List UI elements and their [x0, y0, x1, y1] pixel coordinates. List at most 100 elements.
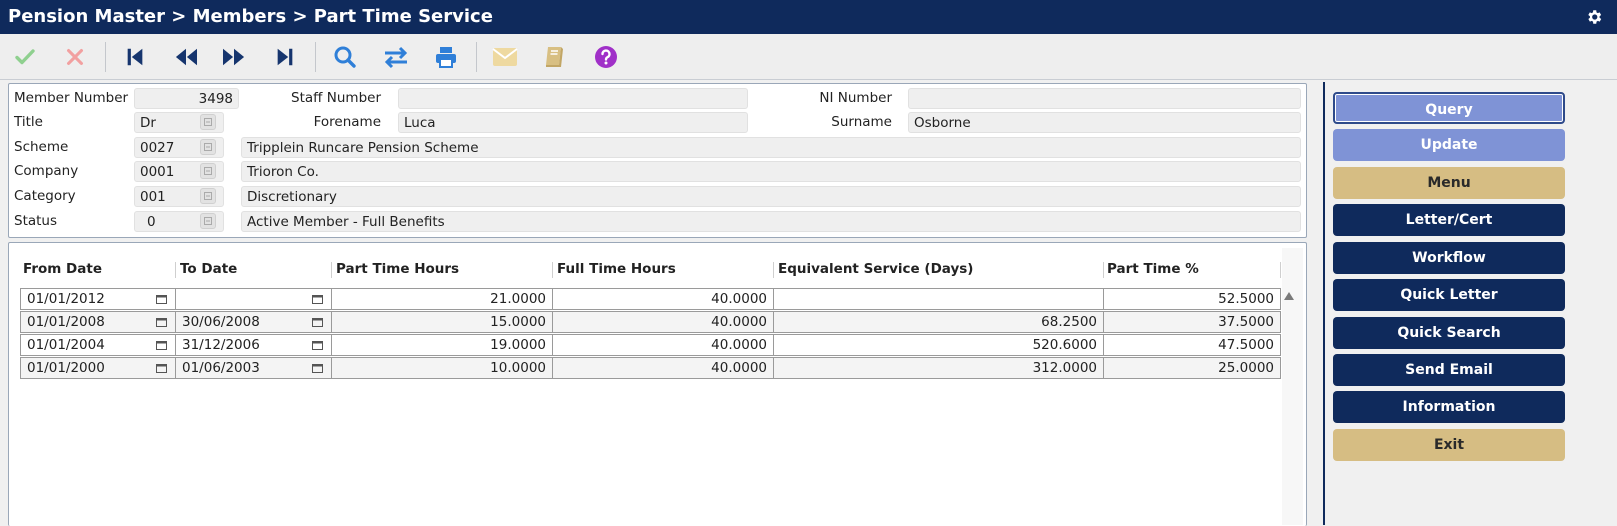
column-separator	[773, 262, 774, 278]
calendar-icon[interactable]	[312, 294, 323, 304]
surname-label: Surname	[831, 114, 892, 130]
query-button[interactable]: Query	[1333, 92, 1565, 124]
help-icon[interactable]	[591, 42, 621, 72]
from-date-cell[interactable]: 01/01/2000	[20, 357, 176, 379]
from-date-value: 01/01/2004	[27, 337, 105, 353]
send-email-button[interactable]: Send Email	[1333, 354, 1565, 386]
surname-field[interactable]: Osborne	[908, 112, 1301, 133]
panel-divider	[1323, 82, 1325, 525]
mail-icon[interactable]	[490, 42, 520, 72]
part-time-percent-cell[interactable]: 37.5000	[1103, 311, 1281, 333]
information-button[interactable]: Information	[1333, 391, 1565, 423]
equivalent-service-cell[interactable]: 68.2500	[773, 311, 1104, 333]
column-separator	[331, 262, 332, 278]
quick-search-button[interactable]: Quick Search	[1333, 317, 1565, 349]
full-time-hours-cell[interactable]: 40.0000	[552, 357, 774, 379]
from-date-value: 01/01/2012	[27, 291, 105, 307]
full-time-hours-cell[interactable]: 40.0000	[552, 311, 774, 333]
lookup-icon[interactable]	[200, 188, 216, 204]
from-date-cell[interactable]: 01/01/2012	[20, 288, 176, 310]
column-header-part-time-percent[interactable]: Part Time %	[1107, 260, 1199, 278]
part-time-percent-cell[interactable]: 52.5000	[1103, 288, 1281, 310]
table-row[interactable]: 01/01/2000 01/06/2003 10.0000 40.0000 31…	[20, 357, 1281, 379]
part-time-hours-cell[interactable]: 19.0000	[331, 334, 553, 356]
column-separator	[552, 262, 553, 278]
last-record-icon[interactable]	[270, 42, 300, 72]
calendar-icon[interactable]	[312, 363, 323, 373]
category-label: Category	[14, 188, 76, 204]
to-date-value: 31/12/2006	[182, 337, 260, 353]
lookup-icon[interactable]	[200, 139, 216, 155]
workflow-button[interactable]: Workflow	[1333, 242, 1565, 274]
menu-button[interactable]: Menu	[1333, 167, 1565, 199]
column-header-full-time-hours[interactable]: Full Time Hours	[557, 260, 676, 278]
calendar-icon[interactable]	[156, 294, 167, 304]
part-time-hours-cell[interactable]: 21.0000	[331, 288, 553, 310]
first-record-icon[interactable]	[120, 42, 150, 72]
search-icon[interactable]	[330, 42, 360, 72]
title-label: Title	[14, 114, 43, 130]
staff-number-field[interactable]	[398, 88, 748, 109]
table-row[interactable]: 01/01/2008 30/06/2008 15.0000 40.0000 68…	[20, 311, 1281, 333]
column-separator	[175, 262, 176, 278]
category-name-field: Discretionary	[241, 186, 1301, 207]
forename-label: Forename	[313, 114, 381, 130]
swap-icon[interactable]	[381, 42, 411, 72]
table-row[interactable]: 01/01/2012 21.0000 40.0000 52.5000	[20, 288, 1281, 310]
quick-letter-button[interactable]: Quick Letter	[1333, 279, 1565, 311]
to-date-cell[interactable]: 01/06/2003	[175, 357, 332, 379]
table-row[interactable]: 01/01/2004 31/12/2006 19.0000 40.0000 52…	[20, 334, 1281, 356]
equivalent-service-cell[interactable]: 312.0000	[773, 357, 1104, 379]
from-date-cell[interactable]: 01/01/2008	[20, 311, 176, 333]
from-date-cell[interactable]: 01/01/2004	[20, 334, 176, 356]
breadcrumb-title: Pension Master > Members > Part Time Ser…	[8, 6, 493, 27]
grid-scrollbar[interactable]	[1282, 248, 1303, 525]
next-record-icon[interactable]	[219, 42, 249, 72]
part-time-percent-cell[interactable]: 25.0000	[1103, 357, 1281, 379]
lookup-icon[interactable]	[200, 213, 216, 229]
column-header-from-date[interactable]: From Date	[23, 260, 102, 278]
scroll-up-icon[interactable]	[1284, 292, 1294, 300]
to-date-value: 01/06/2003	[182, 360, 260, 376]
confirm-icon[interactable]	[10, 42, 40, 72]
part-time-hours-cell[interactable]: 15.0000	[331, 311, 553, 333]
status-label: Status	[14, 213, 58, 229]
calendar-icon[interactable]	[312, 317, 323, 327]
previous-record-icon[interactable]	[171, 42, 201, 72]
forename-field[interactable]: Luca	[398, 112, 748, 133]
calendar-icon[interactable]	[156, 363, 167, 373]
part-time-percent-cell[interactable]: 47.5000	[1103, 334, 1281, 356]
member-number-field[interactable]: 3498	[134, 88, 239, 109]
lookup-icon[interactable]	[200, 114, 216, 130]
to-date-cell[interactable]: 30/06/2008	[175, 311, 332, 333]
ni-number-field[interactable]	[908, 88, 1301, 109]
column-header-equivalent-service[interactable]: Equivalent Service (Days)	[778, 260, 973, 278]
part-time-hours-cell[interactable]: 10.0000	[331, 357, 553, 379]
book-icon[interactable]	[540, 42, 570, 72]
full-time-hours-cell[interactable]: 40.0000	[552, 334, 774, 356]
toolbar-separator	[105, 42, 106, 72]
from-date-value: 01/01/2008	[27, 314, 105, 330]
update-button[interactable]: Update	[1333, 129, 1565, 161]
exit-button[interactable]: Exit	[1333, 429, 1565, 461]
scheme-label: Scheme	[14, 139, 69, 155]
equivalent-service-cell[interactable]	[773, 288, 1104, 310]
column-header-to-date[interactable]: To Date	[180, 260, 237, 278]
gear-icon[interactable]	[1585, 8, 1603, 26]
scheme-name-field: Tripplein Runcare Pension Scheme	[241, 137, 1301, 158]
calendar-icon[interactable]	[156, 317, 167, 327]
calendar-icon[interactable]	[312, 340, 323, 350]
part-time-service-panel	[8, 242, 1307, 526]
to-date-cell[interactable]	[175, 288, 332, 310]
to-date-cell[interactable]: 31/12/2006	[175, 334, 332, 356]
lookup-icon[interactable]	[200, 163, 216, 179]
status-name-field: Active Member - Full Benefits	[241, 211, 1301, 232]
calendar-icon[interactable]	[156, 340, 167, 350]
letter-cert-button[interactable]: Letter/Cert	[1333, 204, 1565, 236]
column-header-part-time-hours[interactable]: Part Time Hours	[336, 260, 459, 278]
equivalent-service-cell[interactable]: 520.6000	[773, 334, 1104, 356]
cancel-icon[interactable]	[60, 42, 90, 72]
from-date-value: 01/01/2000	[27, 360, 105, 376]
full-time-hours-cell[interactable]: 40.0000	[552, 288, 774, 310]
print-icon[interactable]	[431, 42, 461, 72]
